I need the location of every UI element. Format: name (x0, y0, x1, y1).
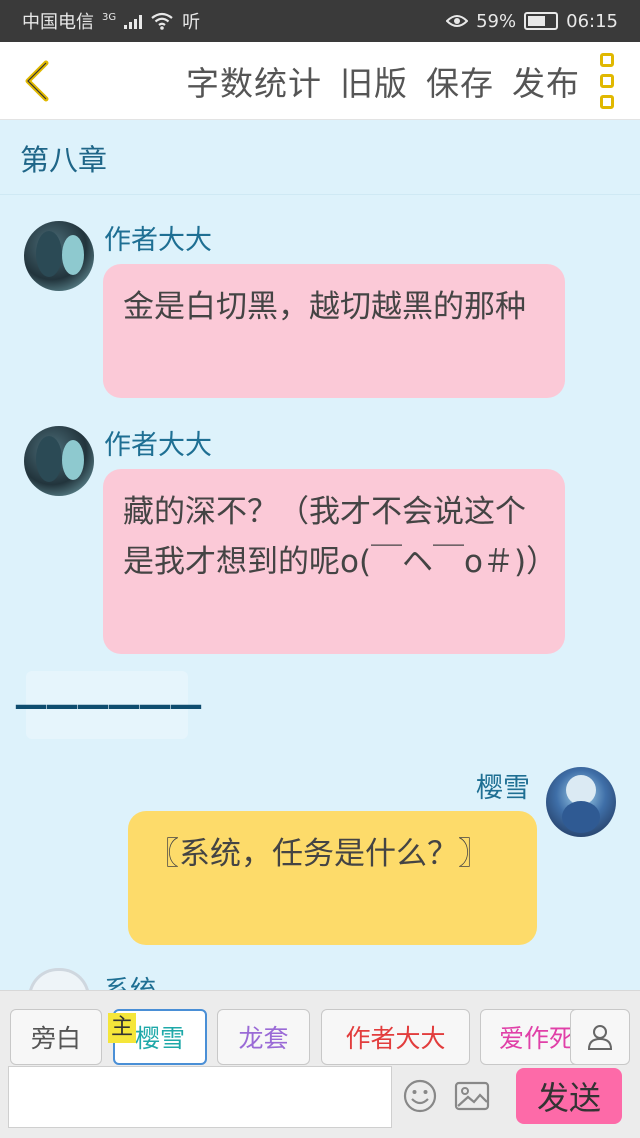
publish-button[interactable]: 发布 (512, 57, 580, 105)
send-button[interactable]: 发送 (516, 1068, 622, 1124)
chip-label: 旁白 (30, 1024, 81, 1053)
separator-message[interactable]: —————— (14, 671, 203, 739)
message-bubble[interactable]: 金是白切黑，越切越黑的那种 (103, 264, 565, 398)
avatar[interactable] (24, 426, 94, 496)
role-chip-longtao[interactable]: 龙套 (217, 1009, 310, 1065)
sender-name: 作者大大 (104, 225, 212, 256)
chip-label: 作者大大 (345, 1024, 446, 1053)
emoji-icon (403, 1079, 437, 1113)
chip-label: 龙套 (238, 1024, 289, 1053)
status-bar: 中国电信 3G 听 59% 06:15 (0, 0, 640, 42)
chip-label: 樱雪 (134, 1024, 185, 1053)
save-button[interactable]: 保存 (426, 57, 494, 105)
role-chip-bar: 旁白 樱雪 龙套 作者大大 爱作死 (0, 1007, 640, 1067)
avatar[interactable] (24, 221, 94, 291)
main-role-badge: 主 (108, 1013, 137, 1043)
battery-icon (524, 12, 559, 30)
hd-label: 听 (182, 12, 201, 33)
word-count-button[interactable]: 字数统计 (186, 57, 322, 105)
message-bubble[interactable]: 〖系统，任务是什么？〗 (128, 811, 537, 945)
network-type: 3G (102, 11, 117, 23)
sender-name: 作者大大 (104, 430, 212, 461)
signal-icon (124, 13, 143, 29)
eye-icon (446, 15, 469, 27)
user-button[interactable] (570, 1009, 630, 1065)
clock: 06:15 (566, 10, 618, 32)
user-icon (587, 1025, 613, 1050)
emoji-button[interactable] (400, 1076, 440, 1116)
old-version-button[interactable]: 旧版 (340, 57, 408, 105)
image-button[interactable] (452, 1076, 492, 1116)
back-button[interactable] (6, 42, 66, 120)
chapter-title: 第八章 (0, 121, 640, 195)
wifi-icon (151, 12, 173, 30)
more-vertical-icon[interactable] (600, 52, 614, 109)
chevron-left-icon (25, 60, 49, 101)
role-chip-narrator[interactable]: 旁白 (10, 1009, 102, 1065)
battery-percent: 59% (476, 10, 517, 32)
sender-name: 樱雪 (476, 773, 530, 804)
carrier-label: 中国电信 (22, 12, 94, 33)
role-chip-author[interactable]: 作者大大 (321, 1009, 470, 1065)
image-icon (454, 1081, 490, 1111)
avatar[interactable] (546, 767, 616, 837)
chip-label: 爱作死 (499, 1024, 575, 1053)
message-input[interactable] (8, 1066, 392, 1128)
toolbar: 字数统计 旧版 保存 发布 (0, 42, 640, 120)
message-bubble[interactable]: 藏的深不？（我才不会说这个是我才想到的呢o(￣ヘ￣o＃)） (103, 469, 565, 654)
